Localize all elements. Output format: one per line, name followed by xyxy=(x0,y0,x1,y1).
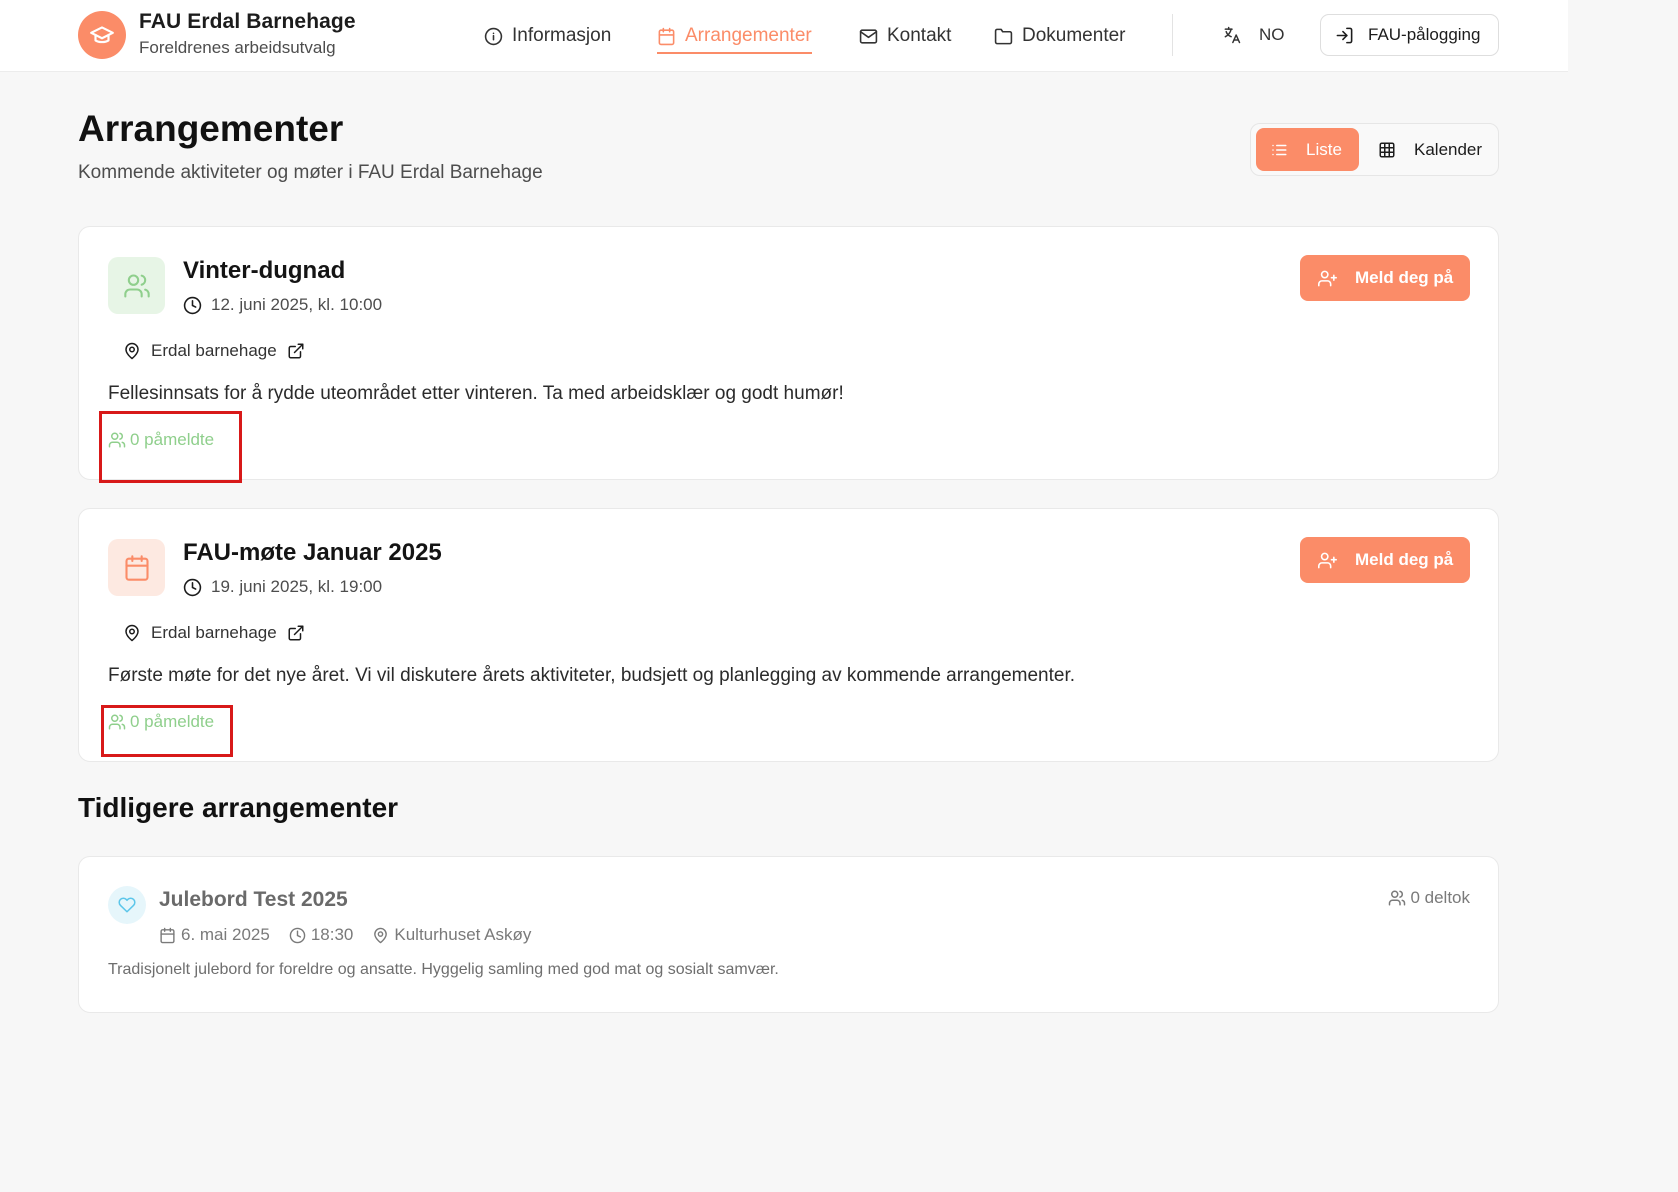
external-link-icon xyxy=(287,342,305,360)
calendar-view-label: Kalender xyxy=(1414,139,1483,159)
event-location-label: Erdal barnehage xyxy=(151,341,277,360)
external-link-icon xyxy=(287,624,305,642)
graduation-cap-icon[interactable] xyxy=(78,11,126,59)
signup-label: Meld deg på xyxy=(1355,268,1454,287)
nav-item-kontakt[interactable]: Kontakt xyxy=(859,20,951,52)
brand-subtitle: Foreldrenes arbeidsutvalg xyxy=(139,38,336,57)
grid-icon xyxy=(1378,141,1396,159)
folder-icon xyxy=(994,27,1013,46)
highlight-annotation xyxy=(99,411,242,483)
event-card: Vinter-dugnad 12. juni 2025, kl. 10:00 E… xyxy=(78,226,1499,483)
calendar-view-button[interactable]: Kalender xyxy=(1364,128,1494,171)
past-event-date: 6. mai 2025 xyxy=(159,925,270,945)
event-title: Vinter-dugnad xyxy=(183,257,346,284)
nav-label: Arrangementer xyxy=(685,25,812,46)
list-icon xyxy=(1270,141,1288,159)
event-location-link[interactable]: Erdal barnehage xyxy=(123,622,305,644)
past-event-time: 18:30 xyxy=(289,925,354,945)
nav-item-arrangementer[interactable]: Arrangementer xyxy=(657,20,812,54)
clock-icon xyxy=(183,578,202,597)
event-description: Fellesinnsats for å rydde uteområdet ett… xyxy=(108,383,844,404)
event-location-link[interactable]: Erdal barnehage xyxy=(123,340,305,362)
heart-icon xyxy=(108,886,146,924)
users-icon xyxy=(1388,889,1406,907)
past-event-meta: 6. mai 2025 18:30 Kulturhuset Askøy xyxy=(159,924,544,946)
language-label: NO xyxy=(1259,25,1285,44)
clock-icon xyxy=(183,296,202,315)
event-location-label: Erdal barnehage xyxy=(151,623,277,642)
nav-divider xyxy=(1172,14,1173,56)
mail-icon xyxy=(859,27,878,46)
past-event-date-label: 6. mai 2025 xyxy=(181,925,270,944)
map-pin-icon xyxy=(372,927,389,944)
past-participant-count: 0 deltok xyxy=(1388,887,1470,909)
map-pin-icon xyxy=(123,342,141,360)
highlight-annotation xyxy=(101,705,233,757)
past-event-location: Kulturhuset Askøy xyxy=(372,925,531,945)
past-participant-count-label: 0 deltok xyxy=(1410,888,1470,907)
calendar-icon xyxy=(159,927,176,944)
nav-label: Kontakt xyxy=(887,25,952,46)
event-card: FAU-møte Januar 2025 19. juni 2025, kl. … xyxy=(78,508,1499,762)
brand-title[interactable]: FAU Erdal Barnehage xyxy=(139,10,356,34)
signup-label: Meld deg på xyxy=(1355,550,1454,569)
event-title: FAU-møte Januar 2025 xyxy=(183,539,442,566)
map-pin-icon xyxy=(123,624,141,642)
nav-item-informasjon[interactable]: Informasjon xyxy=(484,20,611,52)
log-in-icon xyxy=(1335,26,1354,45)
calendar-icon xyxy=(108,539,165,596)
user-plus-icon xyxy=(1318,269,1337,288)
list-view-label: Liste xyxy=(1306,139,1342,159)
nav-label: Dokumenter xyxy=(1022,25,1126,46)
page-title: Arrangementer xyxy=(78,108,344,149)
calendar-icon xyxy=(657,27,676,46)
users-icon xyxy=(108,257,165,314)
language-toggle[interactable]: NO xyxy=(1222,22,1285,48)
event-description: Første møte for det nye året. Vi vil dis… xyxy=(108,665,1076,686)
info-icon xyxy=(484,27,503,46)
signup-button[interactable]: Meld deg på xyxy=(1300,255,1470,301)
past-event-card: Julebord Test 2025 6. mai 2025 18:30 Kul… xyxy=(78,856,1499,1013)
user-plus-icon xyxy=(1318,551,1337,570)
page-subtitle: Kommende aktiviteter og møter i FAU Erda… xyxy=(78,162,543,183)
event-datetime-label: 12. juni 2025, kl. 10:00 xyxy=(211,295,383,314)
translate-icon xyxy=(1222,25,1242,45)
event-datetime: 12. juni 2025, kl. 10:00 xyxy=(183,294,382,316)
nav-label: Informasjon xyxy=(512,25,612,46)
past-event-description: Tradisjonelt julebord for foreldre og an… xyxy=(108,961,779,978)
top-header: FAU Erdal Barnehage Foreldrenes arbeidsu… xyxy=(0,0,1568,72)
past-event-title: Julebord Test 2025 xyxy=(159,888,348,911)
login-label: FAU-pålogging xyxy=(1368,25,1481,44)
event-datetime: 19. juni 2025, kl. 19:00 xyxy=(183,576,382,598)
past-event-location-label: Kulturhuset Askøy xyxy=(394,925,532,944)
event-datetime-label: 19. juni 2025, kl. 19:00 xyxy=(211,577,383,596)
clock-icon xyxy=(289,927,306,944)
view-toggle: Liste Kalender xyxy=(1250,123,1499,176)
signup-button[interactable]: Meld deg på xyxy=(1300,537,1470,583)
past-events-heading: Tidligere arrangementer xyxy=(78,792,399,823)
past-event-time-label: 18:30 xyxy=(310,925,354,944)
list-view-button[interactable]: Liste xyxy=(1256,128,1359,171)
nav-item-dokumenter[interactable]: Dokumenter xyxy=(994,20,1126,52)
login-button[interactable]: FAU-pålogging xyxy=(1320,14,1499,56)
